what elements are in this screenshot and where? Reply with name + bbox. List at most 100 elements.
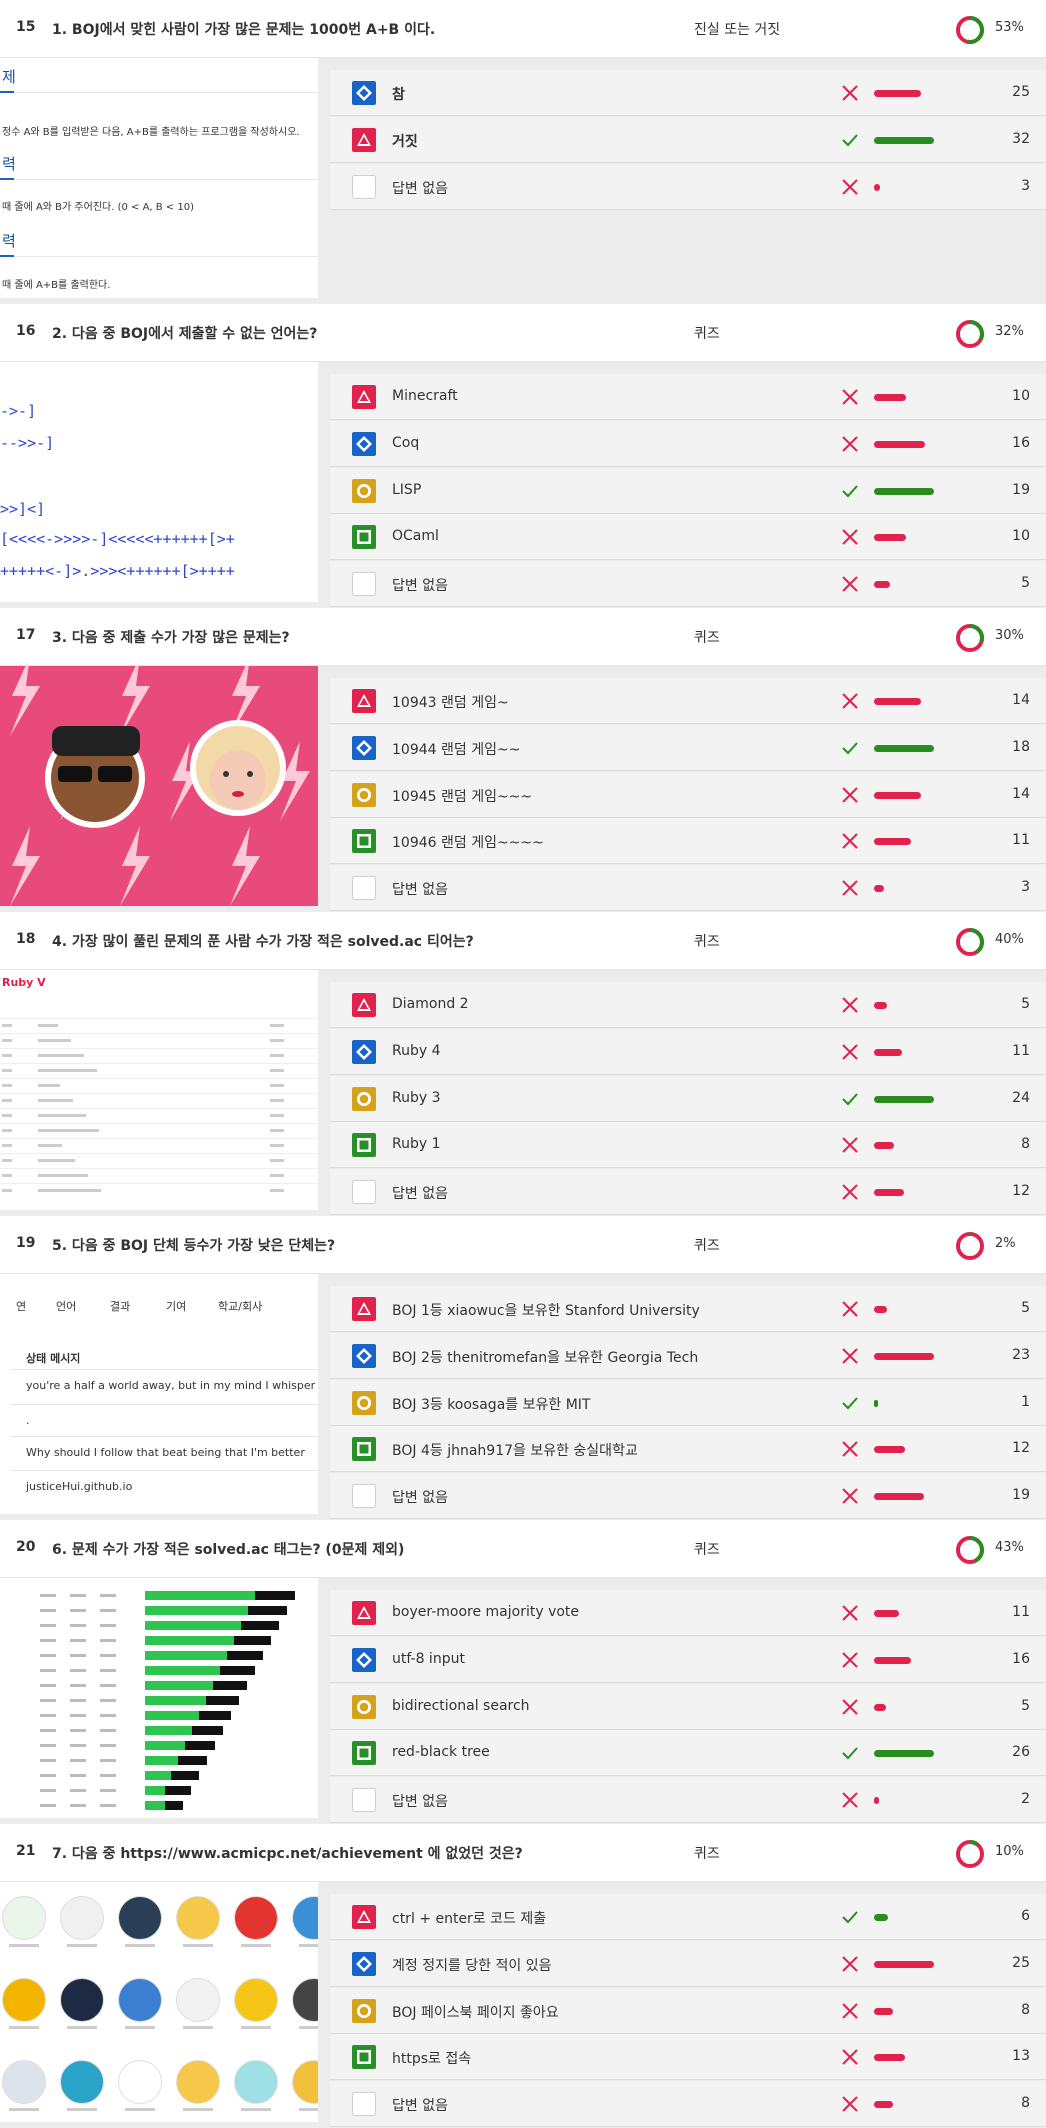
answer-label: 참: [392, 87, 405, 103]
answer-row: 10944 랜덤 게임~~ 18: [330, 724, 1046, 771]
answer-bar: [874, 1750, 934, 1758]
check-icon: [840, 1089, 860, 1109]
answer-bar: [874, 534, 906, 542]
triangle-icon: [352, 1601, 376, 1625]
profile-tab[interactable]: 결과: [110, 1298, 130, 1314]
status-row: Why should I follow that beat being that…: [26, 1446, 305, 1459]
table-cell-text: [70, 1654, 86, 1657]
cross-icon: [840, 2047, 860, 2067]
progress-green: [145, 1801, 165, 1810]
cross-icon: [840, 1299, 860, 1319]
question-type: 퀴즈: [694, 1846, 720, 1862]
answer-count: 12: [1012, 1183, 1030, 1200]
cross-icon: [840, 177, 860, 197]
answer-bar: [874, 1399, 878, 1407]
table-line: [0, 1063, 318, 1064]
profile-tab[interactable]: 언어: [56, 1298, 76, 1314]
answer-label: Ruby 4: [392, 1042, 441, 1059]
answer-count: 13: [1012, 2048, 1030, 2065]
achievement-icon: [176, 1978, 220, 2022]
correct-rate-donut: [955, 623, 985, 653]
table-cell-text: [100, 1759, 116, 1762]
answer-bar: [874, 1352, 934, 1360]
cross-icon: [840, 2094, 860, 2114]
achievement-icon: [2, 1896, 46, 1940]
circle-icon: [352, 1390, 376, 1415]
answer-bar: [874, 1797, 879, 1805]
achievement-caption: [183, 2026, 213, 2029]
table-cell-text: [40, 1804, 56, 1807]
table-cell-text: [40, 1714, 56, 1717]
progress-green: [145, 1636, 234, 1645]
answer-label: BOJ 4등 jhnah917을 보유한 숭실대학교: [392, 1443, 638, 1460]
answer-count: 16: [1012, 434, 1030, 451]
status-row: justiceHui.github.io: [26, 1480, 133, 1493]
section-text: 때 줄에 A+B를 출력한다.: [2, 280, 111, 291]
section-heading: 력: [2, 155, 16, 173]
table-line: [0, 1108, 318, 1109]
answer-row: 답변 없음 3: [330, 163, 1046, 210]
no-answer-box: [352, 2092, 376, 2117]
table-cell-text: [70, 1759, 86, 1762]
answer-bar: [874, 183, 880, 191]
table-cell-text: [40, 1609, 56, 1612]
achievement-caption: [241, 1944, 271, 1947]
answer-bar: [874, 1960, 934, 1968]
correct-rate-percent: 30%: [995, 628, 1024, 643]
diamond-icon: [352, 1039, 376, 1064]
answer-bar: [874, 1493, 924, 1501]
diamond-icon: [352, 81, 376, 105]
progress-green: [145, 1726, 192, 1735]
table-cell-text: [38, 1114, 86, 1117]
answer-label: 거짓: [392, 133, 418, 150]
cross-icon: [840, 1135, 860, 1155]
profile-tab[interactable]: 학교/회사: [218, 1298, 262, 1314]
answer-count: 26: [1012, 1744, 1030, 1761]
question-number: 19: [16, 1235, 36, 1251]
answer-bar: [874, 581, 890, 589]
progress-green: [145, 1606, 248, 1615]
question-preview: ->-] -->>-] >>]<] [<<<<->>>>-]<<<<<++++++[>…: [0, 362, 318, 602]
circle-icon: [352, 1998, 376, 2023]
achievement-icon: [2, 2060, 46, 2104]
meme-illustration: [10, 666, 310, 906]
answer-label: 답변 없음: [392, 1490, 448, 1507]
table-cell-text: [70, 1594, 86, 1597]
cross-icon: [840, 1346, 860, 1366]
table-cell-text: [2, 1144, 12, 1147]
table-cell-text: [40, 1639, 56, 1642]
table-cell-text: [2, 1174, 12, 1177]
table-cell-text: [100, 1624, 116, 1627]
achievement-caption: [183, 1944, 213, 1947]
row-divider: [10, 1436, 318, 1437]
achievement-caption: [125, 2108, 155, 2111]
square-icon: [352, 2045, 376, 2070]
table-cell-text: [70, 1789, 86, 1792]
table-cell-text: [40, 1594, 56, 1597]
answer-row: BOJ 페이스북 페이지 좋아요 8: [330, 1987, 1046, 2034]
question-number: 17: [16, 627, 36, 643]
table-cell-text: [38, 1039, 71, 1042]
check-icon: [840, 130, 860, 150]
table-cell-text: [40, 1669, 56, 1672]
profile-tab[interactable]: 기여: [166, 1298, 186, 1314]
answer-label: BOJ 1등 xiaowuc을 보유한 Stanford University: [392, 1303, 700, 1319]
answer-count: 25: [1012, 84, 1030, 100]
profile-tab[interactable]: 연: [16, 1298, 26, 1314]
answer-row: LISP 19: [330, 467, 1046, 514]
table-cell-text: [100, 1594, 116, 1597]
table-line: [0, 1018, 318, 1019]
section-heading: 제: [2, 68, 16, 86]
check-icon: [840, 738, 860, 758]
answer-row: 답변 없음 5: [330, 561, 1046, 608]
tier-label: Ruby V: [2, 976, 46, 989]
answer-row: Diamond 2 5: [330, 982, 1046, 1028]
table-cell-text: [270, 1084, 284, 1087]
diamond-icon: [352, 735, 376, 760]
answer-row: Ruby 4 11: [330, 1028, 1046, 1075]
progress-green: [145, 1771, 171, 1780]
no-answer-box: [352, 876, 376, 901]
answer-count: 16: [1012, 1650, 1030, 1667]
table-line: [0, 1048, 318, 1049]
triangle-icon: [352, 1297, 376, 1321]
